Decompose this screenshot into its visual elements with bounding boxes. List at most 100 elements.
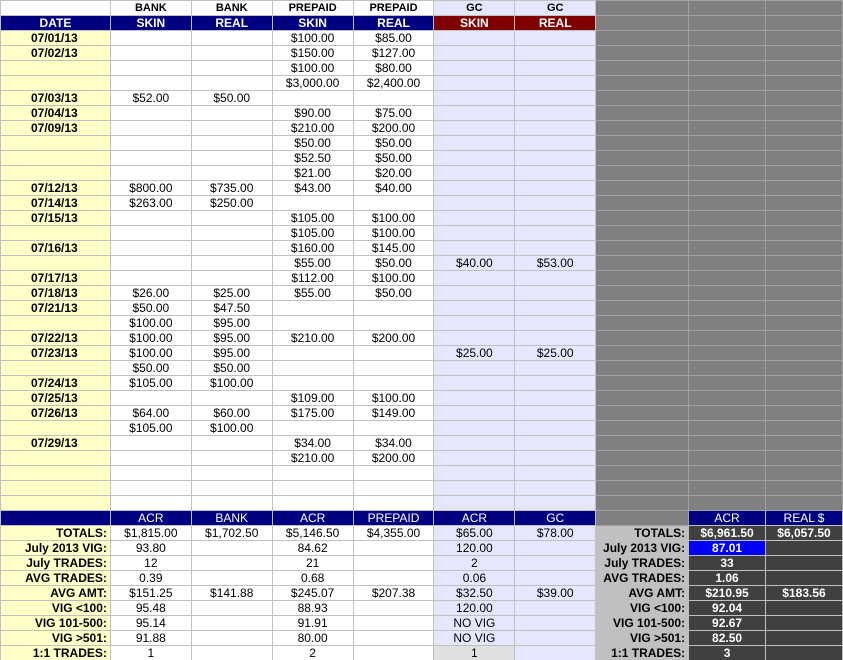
amount-cell[interactable]	[109, 105, 192, 121]
amount-cell[interactable]	[190, 60, 273, 76]
amount-cell[interactable]: $55.00	[271, 255, 354, 271]
amount-cell[interactable]	[433, 105, 516, 121]
amount-cell[interactable]: $200.00	[352, 120, 435, 136]
amount-cell[interactable]	[514, 105, 597, 121]
amount-cell[interactable]	[433, 150, 516, 166]
empty-cell[interactable]	[764, 180, 843, 196]
summary-value[interactable]: 120.00	[433, 600, 516, 616]
empty-cell[interactable]	[595, 180, 690, 196]
amount-cell[interactable]	[190, 150, 273, 166]
amount-cell[interactable]: $100.00	[190, 420, 273, 436]
amount-cell[interactable]: $50.00	[109, 360, 192, 376]
amount-cell[interactable]	[514, 30, 597, 46]
empty-cell[interactable]	[595, 345, 690, 361]
date-cell[interactable]: 07/24/13	[0, 375, 111, 391]
empty-cell[interactable]	[688, 405, 766, 421]
totals-value[interactable]: 33	[688, 555, 766, 571]
empty-cell[interactable]	[688, 165, 766, 181]
amount-cell[interactable]	[433, 60, 516, 76]
totals-value[interactable]: 3	[688, 645, 766, 660]
summary-value[interactable]: 12	[109, 555, 192, 571]
amount-cell[interactable]	[271, 420, 354, 436]
amount-cell[interactable]	[271, 195, 354, 211]
amount-cell[interactable]	[514, 120, 597, 136]
amount-cell[interactable]: $50.00	[352, 150, 435, 166]
amount-cell[interactable]	[352, 90, 435, 106]
empty-cell[interactable]	[764, 30, 843, 46]
summary-value[interactable]	[352, 555, 435, 571]
empty-cell[interactable]	[595, 285, 690, 301]
date-cell[interactable]: 07/22/13	[0, 330, 111, 346]
totals-value[interactable]: 1.06	[688, 570, 766, 586]
summary-column-header[interactable]: ACR	[433, 510, 516, 526]
empty-cell[interactable]	[595, 15, 690, 31]
empty-cell[interactable]	[688, 345, 766, 361]
summary-value[interactable]	[190, 570, 273, 586]
amount-cell[interactable]	[514, 420, 597, 436]
date-cell[interactable]: 07/26/13	[0, 405, 111, 421]
summary-value[interactable]: 93.80	[109, 540, 192, 556]
totals-value[interactable]: 82.50	[688, 630, 766, 646]
amount-cell[interactable]	[514, 240, 597, 256]
amount-cell[interactable]	[190, 270, 273, 286]
empty-cell[interactable]	[688, 30, 766, 46]
amount-cell[interactable]	[190, 390, 273, 406]
amount-cell[interactable]	[352, 345, 435, 361]
amount-cell[interactable]: $100.00	[352, 390, 435, 406]
amount-cell[interactable]	[352, 360, 435, 376]
column-group-header[interactable]: GC	[433, 0, 516, 16]
empty-cell[interactable]	[595, 465, 690, 481]
empty-cell[interactable]	[688, 435, 766, 451]
summary-value[interactable]: 91.88	[109, 630, 192, 646]
amount-cell[interactable]: $25.00	[514, 345, 597, 361]
amount-cell[interactable]	[271, 300, 354, 316]
empty-cell[interactable]	[764, 300, 843, 316]
amount-cell[interactable]	[433, 285, 516, 301]
amount-cell[interactable]	[109, 390, 192, 406]
totals-value[interactable]: $183.56	[764, 585, 843, 601]
summary-value[interactable]: $141.88	[190, 585, 273, 601]
amount-cell[interactable]: $25.00	[433, 345, 516, 361]
amount-cell[interactable]	[109, 240, 192, 256]
empty-cell[interactable]	[595, 480, 690, 496]
date-cell[interactable]: 07/02/13	[0, 45, 111, 61]
totals-label[interactable]: VIG >501:	[595, 630, 690, 646]
summary-value[interactable]: $65.00	[433, 525, 516, 541]
empty-cell[interactable]	[764, 60, 843, 76]
amount-cell[interactable]	[271, 375, 354, 391]
amount-cell[interactable]	[433, 210, 516, 226]
amount-cell[interactable]: $200.00	[352, 330, 435, 346]
empty-cell[interactable]	[688, 255, 766, 271]
amount-cell[interactable]: $210.00	[271, 120, 354, 136]
amount-cell[interactable]	[433, 420, 516, 436]
summary-value[interactable]: 2	[433, 555, 516, 571]
empty-cell[interactable]	[595, 510, 690, 526]
amount-cell[interactable]: $50.00	[352, 135, 435, 151]
amount-cell[interactable]: $250.00	[190, 195, 273, 211]
empty-cell[interactable]	[688, 135, 766, 151]
totals-column-header[interactable]: ACR	[688, 510, 766, 526]
empty-cell[interactable]	[595, 75, 690, 91]
date-cell[interactable]	[0, 420, 111, 436]
empty-cell[interactable]	[764, 165, 843, 181]
date-cell[interactable]	[0, 480, 111, 496]
column-group-header[interactable]: PREPAID	[352, 0, 435, 16]
summary-value[interactable]: 91.91	[271, 615, 354, 631]
amount-cell[interactable]	[190, 135, 273, 151]
summary-value[interactable]: 0.68	[271, 570, 354, 586]
amount-cell[interactable]: $210.00	[271, 450, 354, 466]
summary-value[interactable]	[352, 600, 435, 616]
empty-cell[interactable]	[688, 180, 766, 196]
amount-cell[interactable]	[109, 495, 192, 511]
amount-cell[interactable]	[109, 210, 192, 226]
amount-cell[interactable]: $150.00	[271, 45, 354, 61]
summary-value[interactable]: 1	[109, 645, 192, 660]
amount-cell[interactable]	[190, 120, 273, 136]
empty-cell[interactable]	[764, 195, 843, 211]
empty-cell[interactable]	[688, 375, 766, 391]
empty-cell[interactable]	[688, 105, 766, 121]
amount-cell[interactable]: $40.00	[433, 255, 516, 271]
amount-cell[interactable]	[109, 480, 192, 496]
summary-value[interactable]: 0.06	[433, 570, 516, 586]
summary-column-header[interactable]: ACR	[109, 510, 192, 526]
